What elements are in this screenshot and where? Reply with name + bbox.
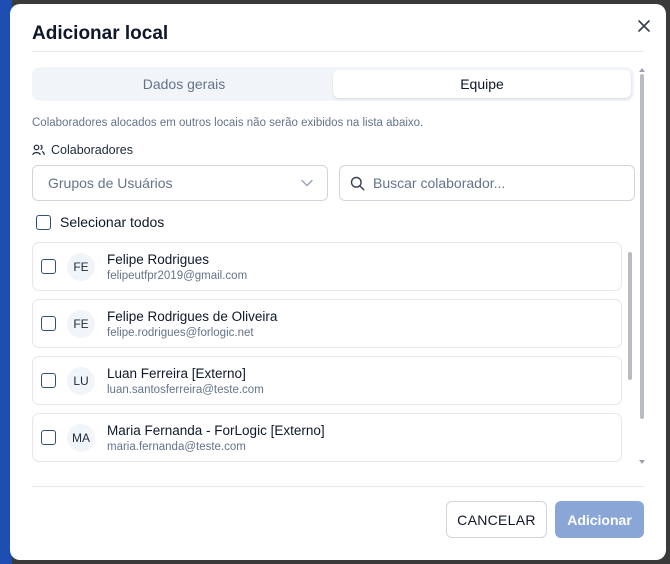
tab-general-data[interactable]: Dados gerais bbox=[35, 70, 333, 98]
info-text: Colaboradores alocados em outros locais … bbox=[32, 117, 424, 129]
user-name: Luan Ferreira [Externo] bbox=[107, 366, 246, 381]
user-email: felipe.rodrigues@forlogic.net bbox=[107, 327, 254, 339]
avatar: LU bbox=[67, 367, 95, 395]
search-icon bbox=[350, 176, 365, 190]
tab-team[interactable]: Equipe bbox=[333, 70, 631, 98]
avatar: FE bbox=[67, 253, 95, 281]
chevron-down-icon bbox=[301, 179, 313, 187]
user-checkbox[interactable] bbox=[41, 373, 56, 388]
user-checkbox[interactable] bbox=[41, 316, 56, 331]
add-location-dialog: Adicionar local Dados gerais Equipe Cola… bbox=[10, 4, 666, 560]
user-email: felipeutfpr2019@gmail.com bbox=[107, 270, 248, 282]
users-icon bbox=[32, 144, 45, 156]
add-button[interactable]: Adicionar bbox=[555, 501, 644, 538]
user-groups-select[interactable]: Grupos de Usuários bbox=[32, 165, 328, 201]
user-checkbox[interactable] bbox=[41, 430, 56, 445]
list-scrollbar-thumb[interactable] bbox=[628, 252, 632, 380]
user-checkbox[interactable] bbox=[41, 259, 56, 274]
select-all-checkbox[interactable] bbox=[36, 214, 51, 230]
tab-bar: Dados gerais Equipe bbox=[32, 67, 634, 101]
user-email: maria.fernanda@teste.com bbox=[107, 441, 246, 453]
dialog-title: Adicionar local bbox=[32, 23, 169, 44]
search-collaborator-input[interactable] bbox=[373, 175, 613, 191]
user-name: Felipe Rodrigues bbox=[107, 252, 210, 267]
cancel-button[interactable]: CANCELAR bbox=[446, 501, 547, 538]
user-email: luan.santosferreira@teste.com bbox=[107, 384, 264, 396]
scroll-up-arrow-icon[interactable] bbox=[639, 67, 645, 73]
list-item[interactable]: LU Luan Ferreira [Externo] luan.santosfe… bbox=[32, 356, 622, 405]
select-all-row[interactable]: Selecionar todos bbox=[36, 214, 164, 230]
user-name: Maria Fernanda - ForLogic [Externo] bbox=[107, 423, 325, 438]
avatar: FE bbox=[67, 310, 95, 338]
footer-divider bbox=[32, 486, 644, 487]
user-groups-select-value: Grupos de Usuários bbox=[48, 175, 173, 191]
scroll-down-arrow-icon[interactable] bbox=[639, 459, 645, 465]
title-divider bbox=[32, 51, 644, 52]
select-all-label: Selecionar todos bbox=[60, 214, 165, 230]
search-box bbox=[339, 165, 635, 201]
collaborators-section-label: Colaboradores bbox=[32, 143, 133, 157]
close-button[interactable] bbox=[632, 14, 656, 38]
close-icon bbox=[638, 20, 650, 32]
avatar: MA bbox=[67, 424, 95, 452]
list-item[interactable]: FE Felipe Rodrigues felipeutfpr2019@gmai… bbox=[32, 242, 622, 291]
collaborators-label: Colaboradores bbox=[51, 143, 133, 157]
list-item[interactable]: FE Felipe Rodrigues de Oliveira felipe.r… bbox=[32, 299, 622, 348]
user-name: Felipe Rodrigues de Oliveira bbox=[107, 309, 278, 324]
list-item[interactable]: MA Maria Fernanda - ForLogic [Externo] m… bbox=[32, 413, 622, 462]
dialog-scrollbar-thumb[interactable] bbox=[640, 74, 644, 419]
